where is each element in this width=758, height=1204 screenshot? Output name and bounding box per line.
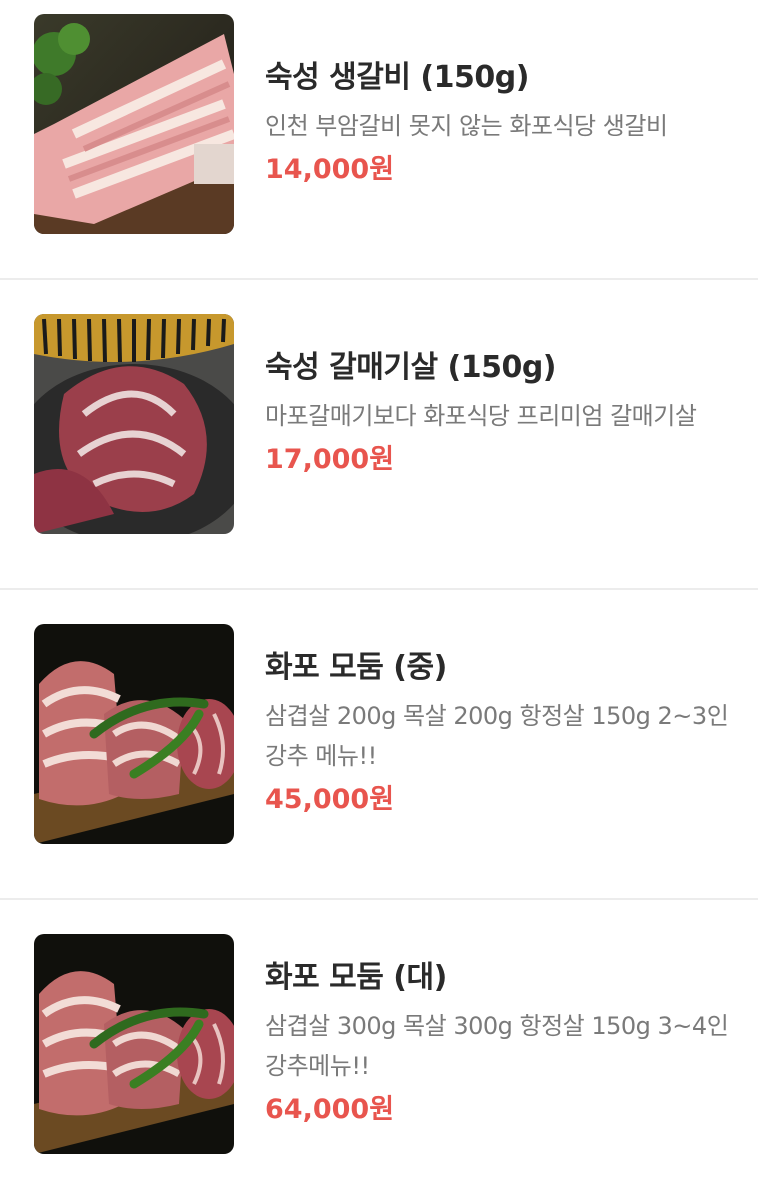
menu-item-price: 14,000원 [265,154,395,185]
menu-item-description: 삼겹살 200g 목살 200g 항정살 150g 2~3인 강추 메뉴!! [265,702,729,770]
menu-item[interactable]: 숙성 생갈비 (150g) 인천 부암갈비 못지 않는 화포식당 생갈비 14,… [0,0,758,280]
assorted-pork-photo-icon[interactable] [34,624,234,844]
menu-item-price: 45,000원 [265,784,395,815]
menu-item-description: 마포갈매기보다 화포식당 프리미엄 갈매기살 [265,402,697,430]
menu-item-name: 화포 모둠 (중) [265,650,447,685]
pork-ribs-photo-icon[interactable] [34,14,234,234]
assorted-pork-photo-icon[interactable] [34,934,234,1154]
pork-skirt-photo-icon[interactable] [34,314,234,534]
menu-item-name: 숙성 갈매기살 (150g) [265,350,557,385]
menu-item-name: 화포 모둠 (대) [265,960,447,995]
menu-item-price: 64,000원 [265,1094,395,1125]
menu-item-info: 화포 모둠 (대) 삼겹살 300g 목살 300g 항정살 150g 3~4인… [265,958,744,1130]
menu-item[interactable]: 화포 모둠 (중) 삼겹살 200g 목살 200g 항정살 150g 2~3인… [0,590,758,900]
menu-item-info: 화포 모둠 (중) 삼겹살 200g 목살 200g 항정살 150g 2~3인… [265,648,744,820]
menu-item-info: 숙성 갈매기살 (150g) 마포갈매기보다 화포식당 프리미엄 갈매기살 17… [265,348,744,480]
menu-list: 숙성 생갈비 (150g) 인천 부암갈비 못지 않는 화포식당 생갈비 14,… [0,0,758,1204]
menu-item[interactable]: 숙성 갈매기살 (150g) 마포갈매기보다 화포식당 프리미엄 갈매기살 17… [0,280,758,590]
menu-item[interactable]: 화포 모둠 (대) 삼겹살 300g 목살 300g 항정살 150g 3~4인… [0,900,758,1204]
menu-item-price: 17,000원 [265,444,395,475]
menu-item-description: 인천 부암갈비 못지 않는 화포식당 생갈비 [265,112,668,140]
menu-item-info: 숙성 생갈비 (150g) 인천 부암갈비 못지 않는 화포식당 생갈비 14,… [265,58,744,190]
menu-item-description: 삼겹살 300g 목살 300g 항정살 150g 3~4인 강추메뉴!! [265,1012,729,1080]
menu-item-name: 숙성 생갈비 (150g) [265,60,529,95]
